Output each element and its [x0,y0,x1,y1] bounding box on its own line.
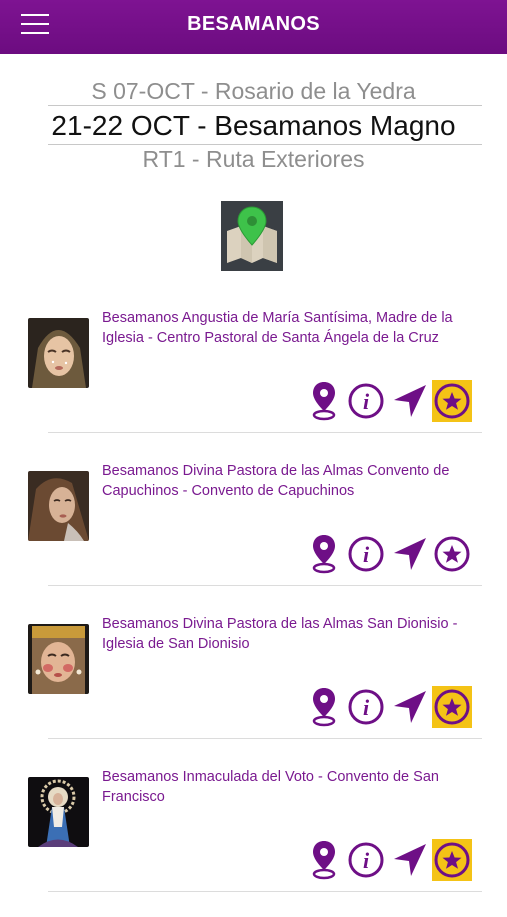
picker-ghost-below [0,172,507,188]
item-title[interactable]: Besamanos Inmaculada del Voto - Convento… [102,767,472,807]
page-title: BESAMANOS [187,13,320,35]
info-icon[interactable]: i [346,839,386,881]
top-app-bar: BESAMANOS [0,0,507,54]
item-actions: i [308,839,478,883]
item-title[interactable]: Besamanos Angustia de María Santísima, M… [102,308,472,348]
list-item[interactable]: Besamanos Divina Pastora de las Almas Co… [0,461,507,611]
location-pin-icon[interactable] [308,839,340,881]
navigate-arrow-icon[interactable] [390,380,430,422]
star-favorite-icon[interactable] [432,839,472,881]
svg-text:i: i [363,695,370,720]
info-icon[interactable]: i [346,686,386,728]
item-image [28,471,89,541]
star-favorite-icon[interactable] [432,380,472,422]
svg-text:i: i [363,542,370,567]
map-pin-icon [221,201,283,271]
star-favorite-icon[interactable] [432,533,472,575]
item-title[interactable]: Besamanos Divina Pastora de las Almas Sa… [102,614,472,654]
item-divider [48,585,482,586]
picker-option-selected[interactable]: 21-22 OCT - Besamanos Magno [0,110,507,142]
navigate-arrow-icon[interactable] [390,533,430,575]
svg-text:i: i [363,389,370,414]
picker-ghost-above [0,62,507,78]
item-actions: i [308,686,478,730]
navigate-arrow-icon[interactable] [390,686,430,728]
item-image [28,777,89,847]
picker-option-previous[interactable]: S 07-OCT - Rosario de la Yedra [0,78,507,105]
picker-divider-bottom [48,144,482,145]
svg-text:i: i [363,848,370,873]
navigate-arrow-icon[interactable] [390,839,430,881]
item-image [28,318,89,388]
location-pin-icon[interactable] [308,533,340,575]
location-pin-icon[interactable] [308,686,340,728]
event-picker[interactable]: S 07-OCT - Rosario de la Yedra 21-22 OCT… [0,54,507,184]
location-pin-icon[interactable] [308,380,340,422]
picker-option-next[interactable]: RT1 - Ruta Exteriores [0,146,507,173]
item-divider [48,432,482,433]
map-button[interactable] [221,201,283,271]
item-image [28,624,89,694]
star-favorite-icon[interactable] [432,686,472,728]
info-icon[interactable]: i [346,533,386,575]
picker-divider-top [48,105,482,106]
item-actions: i [308,533,478,577]
list-item[interactable]: Besamanos Inmaculada del Voto - Convento… [0,767,507,917]
item-actions: i [308,380,478,424]
list-item[interactable]: Besamanos Divina Pastora de las Almas Sa… [0,614,507,764]
info-icon[interactable]: i [346,380,386,422]
item-divider [48,738,482,739]
item-title[interactable]: Besamanos Divina Pastora de las Almas Co… [102,461,472,501]
item-divider [48,891,482,892]
list-item[interactable]: Besamanos Angustia de María Santísima, M… [0,308,507,458]
